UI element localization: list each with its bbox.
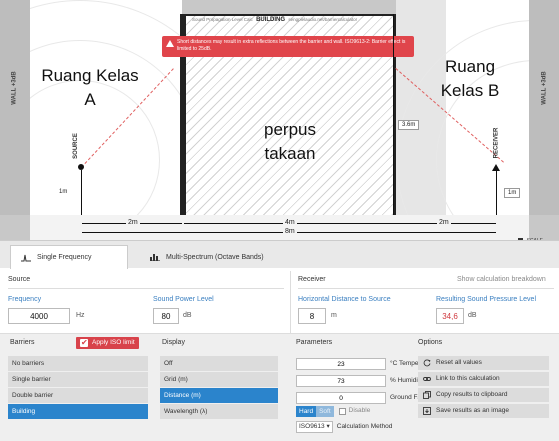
warning-icon bbox=[166, 40, 174, 47]
source-title: Source bbox=[8, 276, 31, 283]
tab-single-frequency-label: Single Frequency bbox=[37, 254, 92, 261]
link-icon bbox=[423, 377, 431, 381]
mode-tabs: Single Frequency Multi-Spectrum (Octave … bbox=[0, 240, 559, 269]
barrier-option-double[interactable]: Double barrier bbox=[8, 388, 148, 403]
receiver-section: Receiver Show calculation breakdown Hori… bbox=[290, 271, 559, 333]
settings-panel: Barriers ✔ Apply ISO limit No barriers S… bbox=[0, 333, 559, 441]
bar-chart-icon bbox=[150, 254, 160, 261]
building-height: 3.6m bbox=[398, 120, 420, 130]
calculation-method-select[interactable]: ISO9613 ▾ bbox=[296, 421, 333, 433]
left-wall: WALL +3dB bbox=[0, 0, 30, 215]
source-height-line bbox=[81, 170, 82, 215]
tab-multi-spectrum[interactable]: Multi-Spectrum (Octave Bands) bbox=[140, 245, 310, 269]
room-a-label: Ruang Kelas A bbox=[41, 66, 139, 109]
options-title: Options bbox=[418, 339, 443, 346]
source-height: 1m bbox=[59, 189, 68, 195]
divider bbox=[8, 288, 284, 289]
receiver-height: 1m bbox=[504, 188, 521, 198]
display-title: Display bbox=[162, 339, 185, 346]
divider bbox=[298, 288, 554, 289]
temperature-input[interactable] bbox=[296, 358, 386, 370]
dist-total-label: 8m bbox=[283, 228, 297, 235]
copy-results-label: Copy results to clipboard bbox=[436, 391, 508, 398]
display-option-distance[interactable]: Distance (m) bbox=[160, 388, 278, 403]
sound-power-input[interactable] bbox=[153, 308, 179, 324]
diagram-header-title: BUILDING bbox=[256, 17, 286, 23]
room-b-label: Ruang Kelas B bbox=[440, 57, 500, 100]
link-calculation-button[interactable]: Link to this calculation bbox=[418, 372, 549, 386]
calculation-method-value: ISO9613 bbox=[299, 423, 325, 430]
frequency-input[interactable] bbox=[8, 308, 70, 324]
disable-label: Disable bbox=[348, 407, 371, 414]
ground-hard-button[interactable]: Hard bbox=[296, 405, 317, 417]
save-image-button[interactable]: Save results as an image bbox=[418, 404, 549, 418]
apply-iso-limit-toggle[interactable]: ✔ Apply ISO limit bbox=[76, 337, 139, 349]
distance-input[interactable] bbox=[298, 308, 326, 324]
warning-banner: Short distances may result in extra refl… bbox=[162, 36, 414, 57]
method-row: ISO9613 ▾ Calculation Method bbox=[296, 421, 392, 433]
dist-left-label: 2m bbox=[126, 219, 140, 226]
frequency-unit: Hz bbox=[76, 312, 85, 319]
copy-results-button[interactable]: Copy results to clipboard bbox=[418, 388, 549, 402]
reset-all-label: Reset all values bbox=[436, 359, 482, 366]
checkmark-icon: ✔ bbox=[81, 338, 88, 347]
barrier-option-building[interactable]: Building bbox=[8, 404, 148, 419]
distance-unit: m bbox=[331, 312, 337, 319]
save-image-label: Save results as an image bbox=[436, 407, 509, 414]
barrier-diagram: WALL +3dB WALL +3dB Sound Propagation Le… bbox=[0, 0, 559, 240]
source-section: Source Frequency Hz Sound Power Level dB bbox=[0, 271, 290, 333]
calculation-method-label: Calculation Method bbox=[336, 423, 393, 430]
result-label: Resulting Sound Pressure Level bbox=[436, 296, 537, 303]
pulse-icon bbox=[21, 254, 31, 261]
disable-checkbox[interactable] bbox=[338, 407, 346, 415]
humidity-row: % Humidity bbox=[296, 375, 423, 387]
diagram-header-small: Sound Propagation Level Calc bbox=[192, 17, 253, 22]
right-wall-label: WALL +3dB bbox=[541, 71, 548, 105]
ground-type-row: Hard Soft Disable bbox=[296, 405, 370, 417]
link-calculation-label: Link to this calculation bbox=[436, 375, 500, 382]
barriers-title: Barriers bbox=[10, 339, 35, 346]
copy-icon bbox=[423, 391, 431, 399]
dist-right-label: 2m bbox=[437, 219, 451, 226]
receiver-height-line bbox=[496, 171, 497, 215]
save-image-icon bbox=[423, 407, 431, 415]
display-option-wavelength[interactable]: Wavelength (λ) bbox=[160, 404, 278, 419]
sound-power-label: Sound Power Level bbox=[153, 296, 214, 303]
right-wall: WALL +3dB bbox=[529, 0, 559, 215]
receiver-title: Receiver bbox=[298, 276, 326, 283]
receiver-label: RECEIVER bbox=[493, 127, 500, 159]
show-breakdown-link[interactable]: Show calculation breakdown bbox=[457, 276, 546, 283]
tab-single-frequency[interactable]: Single Frequency bbox=[10, 245, 128, 269]
display-option-grid[interactable]: Grid (m) bbox=[160, 372, 278, 387]
apply-iso-limit-label: Apply ISO limit bbox=[92, 339, 135, 346]
result-unit: dB bbox=[468, 312, 477, 319]
frequency-label: Frequency bbox=[8, 296, 42, 303]
room-b bbox=[396, 0, 529, 215]
dist-building-label: 4m bbox=[283, 219, 297, 226]
left-wall-label: WALL +3dB bbox=[11, 71, 18, 105]
distance-ruler bbox=[30, 215, 529, 240]
distance-label: Horizontal Distance to Source bbox=[298, 296, 391, 303]
result-output bbox=[436, 308, 464, 324]
diagram-header-url: sengpielaudio.net/barriercalculator bbox=[288, 17, 358, 22]
source-label: SOURCE bbox=[72, 133, 79, 159]
temperature-row: °C Temperature bbox=[296, 358, 435, 370]
parameters-title: Parameters bbox=[296, 339, 333, 346]
sound-power-unit: dB bbox=[183, 312, 192, 319]
ground-soft-button[interactable]: Soft bbox=[316, 405, 334, 417]
building-height-line bbox=[393, 14, 394, 215]
display-option-off[interactable]: Off bbox=[160, 356, 278, 371]
barrier-option-none[interactable]: No barriers bbox=[8, 356, 148, 371]
tab-multi-spectrum-label: Multi-Spectrum (Octave Bands) bbox=[166, 253, 264, 261]
reset-icon bbox=[423, 359, 431, 367]
barrier-option-single[interactable]: Single barrier bbox=[8, 372, 148, 387]
humidity-input[interactable] bbox=[296, 375, 386, 387]
reset-all-button[interactable]: Reset all values bbox=[418, 356, 549, 370]
ground-factor-input[interactable] bbox=[296, 392, 386, 404]
building-label: perpus takaan bbox=[264, 120, 316, 163]
chevron-down-icon: ▾ bbox=[326, 423, 330, 430]
diagram-header: Sound Propagation Level Calc BUILDING se… bbox=[192, 17, 357, 23]
receiver-point[interactable] bbox=[492, 164, 500, 171]
warning-text: Short distances may result in extra refl… bbox=[177, 39, 406, 52]
